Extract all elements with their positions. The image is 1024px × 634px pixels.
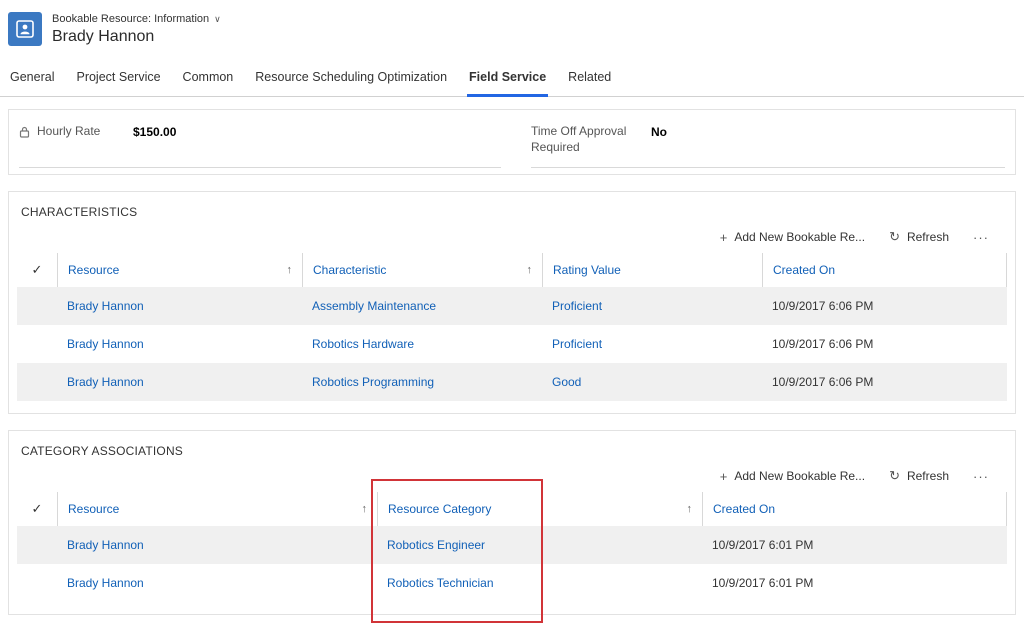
hourly-rate-field: Hourly Rate $150.00 — [19, 124, 501, 168]
characteristics-grid-header: ✓ Resource ↑ Characteristic ↑ Rating Val… — [17, 253, 1007, 287]
record-type-label: Bookable Resource: Information — [52, 13, 209, 25]
column-header-characteristic[interactable]: Characteristic ↑ — [302, 253, 542, 287]
cell-resource[interactable]: Brady Hannon — [57, 538, 377, 552]
add-icon: + — [720, 469, 728, 484]
form-tab-bar: General Project Service Common Resource … — [0, 70, 1024, 97]
cell-rating-value[interactable]: Proficient — [542, 299, 762, 313]
cell-resource[interactable]: Brady Hannon — [57, 576, 377, 590]
table-row: Brady Hannon Robotics Engineer 10/9/2017… — [17, 526, 1007, 564]
chevron-down-icon: ∨ — [214, 14, 221, 25]
page-title: Brady Hannon — [52, 28, 221, 46]
form-selector[interactable]: Bookable Resource: Information ∨ — [52, 13, 221, 25]
category-associations-toolbar: + Add New Bookable Re... ↻ Refresh ··· — [9, 458, 1015, 492]
table-row: Brady Hannon Robotics Hardware Proficien… — [17, 325, 1007, 363]
cell-created-on: 10/9/2017 6:06 PM — [762, 299, 1007, 313]
tab-resource-scheduling-optimization[interactable]: Resource Scheduling Optimization — [253, 70, 449, 97]
refresh-icon: ↻ — [889, 468, 900, 484]
table-row: Brady Hannon Robotics Programming Good 1… — [17, 363, 1007, 401]
tab-related[interactable]: Related — [566, 70, 613, 97]
more-commands-button[interactable]: ··· — [973, 230, 989, 245]
table-row: Brady Hannon Assembly Maintenance Profic… — [17, 287, 1007, 325]
cell-resource-category[interactable]: Robotics Engineer — [377, 538, 702, 552]
cell-characteristic[interactable]: Assembly Maintenance — [302, 299, 542, 313]
column-header-resource[interactable]: Resource ↑ — [57, 253, 302, 287]
lock-icon — [19, 124, 37, 143]
table-row: Brady Hannon Robotics Technician 10/9/20… — [17, 564, 1007, 602]
select-all-checkbox[interactable]: ✓ — [17, 492, 57, 526]
sort-ascending-icon: ↑ — [281, 264, 293, 276]
column-header-resource-category[interactable]: Resource Category ↑ — [377, 492, 702, 526]
cell-created-on: 10/9/2017 6:01 PM — [702, 576, 1007, 590]
refresh-button[interactable]: ↻ Refresh — [889, 229, 949, 245]
time-off-approval-value[interactable]: No — [651, 124, 1005, 139]
cell-characteristic[interactable]: Robotics Programming — [302, 375, 542, 389]
column-header-created-on[interactable]: Created On — [762, 253, 1007, 287]
add-icon: + — [720, 230, 728, 245]
category-associations-grid: ✓ Resource ↑ Resource Category ↑ Created… — [17, 492, 1007, 602]
category-associations-section: CATEGORY ASSOCIATIONS + Add New Bookable… — [8, 430, 1016, 615]
cell-resource[interactable]: Brady Hannon — [57, 299, 302, 313]
time-off-approval-field: Time Off Approval Required No — [531, 124, 1005, 168]
cell-resource-category[interactable]: Robotics Technician — [377, 576, 702, 590]
characteristics-title: CHARACTERISTICS — [9, 192, 1015, 219]
tab-general[interactable]: General — [8, 70, 56, 97]
cell-resource[interactable]: Brady Hannon — [57, 337, 302, 351]
cell-rating-value[interactable]: Proficient — [542, 337, 762, 351]
record-header: Bookable Resource: Information ∨ Brady H… — [0, 0, 1024, 46]
characteristics-section: CHARACTERISTICS + Add New Bookable Re...… — [8, 191, 1016, 414]
add-new-bookable-resource-button[interactable]: + Add New Bookable Re... — [720, 230, 865, 245]
column-header-created-on[interactable]: Created On — [702, 492, 1007, 526]
cell-created-on: 10/9/2017 6:06 PM — [762, 337, 1007, 351]
tab-field-service[interactable]: Field Service — [467, 70, 548, 97]
cell-created-on: 10/9/2017 6:06 PM — [762, 375, 1007, 389]
refresh-icon: ↻ — [889, 229, 900, 245]
tab-common[interactable]: Common — [181, 70, 236, 97]
more-commands-button[interactable]: ··· — [973, 469, 989, 484]
sort-ascending-icon: ↑ — [681, 503, 693, 515]
select-all-checkbox[interactable]: ✓ — [17, 253, 57, 287]
bookable-resource-icon — [8, 12, 42, 46]
person-card-icon — [15, 19, 35, 39]
tab-project-service[interactable]: Project Service — [74, 70, 162, 97]
hourly-rate-label: Hourly Rate — [37, 124, 133, 140]
cell-resource[interactable]: Brady Hannon — [57, 375, 302, 389]
category-associations-title: CATEGORY ASSOCIATIONS — [9, 431, 1015, 458]
column-header-resource[interactable]: Resource ↑ — [57, 492, 377, 526]
cell-characteristic[interactable]: Robotics Hardware — [302, 337, 542, 351]
category-associations-grid-header: ✓ Resource ↑ Resource Category ↑ Created… — [17, 492, 1007, 526]
refresh-button[interactable]: ↻ Refresh — [889, 468, 949, 484]
characteristics-grid: ✓ Resource ↑ Characteristic ↑ Rating Val… — [17, 253, 1007, 401]
sort-ascending-icon: ↑ — [521, 264, 533, 276]
cell-rating-value[interactable]: Good — [542, 375, 762, 389]
column-header-rating-value[interactable]: Rating Value — [542, 253, 762, 287]
characteristics-toolbar: + Add New Bookable Re... ↻ Refresh ··· — [9, 219, 1015, 253]
add-new-bookable-resource-button[interactable]: + Add New Bookable Re... — [720, 469, 865, 484]
time-off-approval-label: Time Off Approval Required — [531, 124, 651, 155]
cell-created-on: 10/9/2017 6:01 PM — [702, 538, 1007, 552]
hourly-rate-value[interactable]: $150.00 — [133, 124, 501, 139]
sort-ascending-icon: ↑ — [356, 503, 368, 515]
field-service-form-section: Hourly Rate $150.00 Time Off Approval Re… — [8, 109, 1016, 175]
